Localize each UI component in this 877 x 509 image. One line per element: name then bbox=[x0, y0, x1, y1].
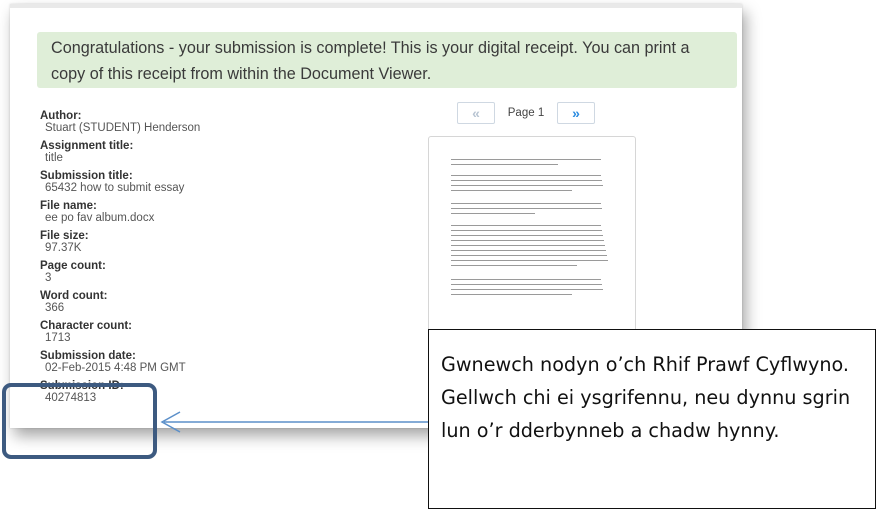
field-value: 65432 how to submit essay bbox=[45, 182, 185, 194]
preview-text-line bbox=[451, 164, 558, 166]
double-chevron-right-icon: » bbox=[572, 105, 580, 121]
page-indicator: Page 1 bbox=[507, 107, 545, 119]
field-label: File size: bbox=[40, 230, 89, 242]
field-value: 366 bbox=[45, 302, 65, 314]
preview-text-line bbox=[451, 208, 602, 210]
preview-text-line bbox=[451, 240, 604, 242]
preview-text-line bbox=[451, 203, 601, 205]
preview-text-line bbox=[451, 279, 601, 281]
field-submission-date: Submission date: 02-Feb-2015 4:48 PM GMT bbox=[40, 350, 340, 375]
instruction-callout: Gwnewch nodyn o’ch Rhif Prawf Cyflwyno. … bbox=[428, 329, 876, 509]
preview-text-line bbox=[451, 289, 603, 291]
preview-text-line bbox=[451, 175, 601, 177]
field-file-name: File name: ee po fav album.docx bbox=[40, 200, 340, 225]
preview-text-line bbox=[451, 245, 605, 247]
field-value: Stuart (STUDENT) Henderson bbox=[45, 122, 201, 134]
receipt-details: Author: Stuart (STUDENT) Henderson Assig… bbox=[40, 110, 340, 410]
preview-text-line bbox=[451, 159, 601, 161]
preview-text-line bbox=[451, 213, 535, 215]
field-page-count: Page count: 3 bbox=[40, 260, 340, 285]
preview-text-line bbox=[451, 180, 602, 182]
preview-text-line bbox=[451, 235, 603, 237]
next-page-button[interactable]: » bbox=[557, 102, 595, 124]
double-chevron-left-icon: « bbox=[472, 105, 480, 121]
field-value: title bbox=[45, 152, 63, 164]
field-submission-title: Submission title: 65432 how to submit es… bbox=[40, 170, 340, 195]
preview-text-line bbox=[451, 265, 577, 267]
field-value: 3 bbox=[45, 272, 52, 284]
field-author: Author: Stuart (STUDENT) Henderson bbox=[40, 110, 340, 135]
field-value: 1713 bbox=[45, 332, 71, 344]
field-label: Character count: bbox=[40, 320, 133, 332]
field-value: 97.37K bbox=[45, 242, 82, 254]
field-character-count: Character count: 1713 bbox=[40, 320, 340, 345]
preview-text-line bbox=[451, 185, 603, 187]
field-label: File name: bbox=[40, 200, 97, 212]
preview-text-line bbox=[451, 230, 602, 232]
field-label: Submission title: bbox=[40, 170, 133, 182]
success-message: Congratulations - your submission is com… bbox=[51, 39, 690, 83]
preview-text-line bbox=[451, 294, 572, 296]
callout-text: Gwnewch nodyn o’ch Rhif Prawf Cyflwyno. … bbox=[441, 353, 851, 442]
field-label: Page count: bbox=[40, 260, 106, 272]
preview-text-line bbox=[451, 225, 601, 227]
preview-text-line bbox=[451, 190, 572, 192]
field-label: Submission date: bbox=[40, 350, 136, 362]
document-preview-thumbnail[interactable] bbox=[428, 136, 636, 360]
preview-text-line bbox=[451, 250, 606, 252]
preview-text-line bbox=[451, 255, 607, 257]
field-label: Author: bbox=[40, 110, 82, 122]
page-pager: « Page 1 » bbox=[457, 102, 595, 124]
preview-text-line bbox=[451, 260, 608, 262]
field-value: 02-Feb-2015 4:48 PM GMT bbox=[45, 362, 186, 374]
prev-page-button[interactable]: « bbox=[457, 102, 495, 124]
field-word-count: Word count: 366 bbox=[40, 290, 340, 315]
field-file-size: File size: 97.37K bbox=[40, 230, 340, 255]
success-banner: Congratulations - your submission is com… bbox=[37, 32, 737, 88]
field-label: Assignment title: bbox=[40, 140, 134, 152]
field-label: Word count: bbox=[40, 290, 108, 302]
field-assignment-title: Assignment title: title bbox=[40, 140, 340, 165]
submission-id-highlight bbox=[2, 383, 157, 459]
field-value: ee po fav album.docx bbox=[45, 212, 155, 224]
preview-text-line bbox=[451, 284, 602, 286]
